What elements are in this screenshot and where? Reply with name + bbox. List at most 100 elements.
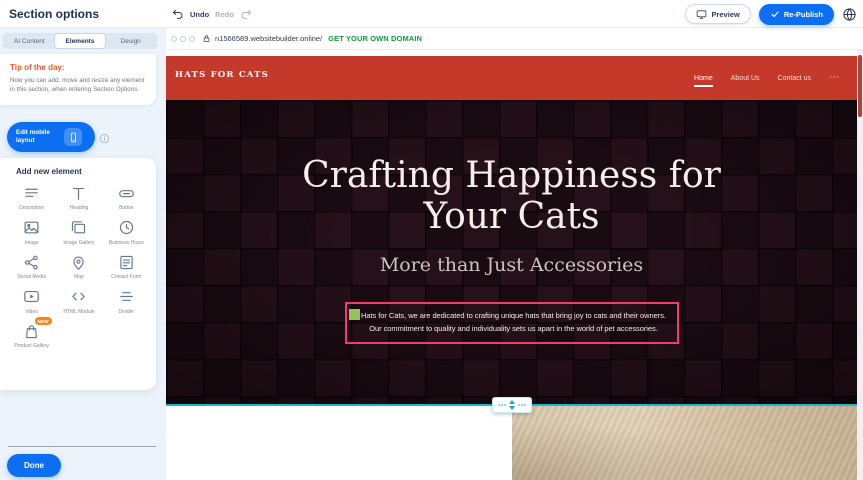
page-title: Section options	[9, 7, 99, 21]
product-gallery-icon: NEW	[22, 321, 42, 341]
topbar-actions: Preview Re-Publish	[685, 0, 857, 28]
site-header[interactable]: Hats for Cats Home About Us Contact us ⋯	[166, 56, 857, 100]
browser-dot-icon	[180, 36, 186, 42]
browser-dot-icon	[171, 36, 177, 42]
hero-subheading[interactable]: More than Just Accessories	[166, 254, 857, 276]
topbar: Section options Undo Redo Preview Re-Pub…	[0, 0, 863, 28]
element-item-label: Map	[74, 274, 84, 281]
hero-paragraph-text: Hats for Cats, we are dedicated to craft…	[360, 310, 668, 336]
element-item-label: HTML Module	[63, 309, 94, 316]
add-new-element-panel: Add new element Description Heading	[0, 158, 156, 390]
element-item-label: Heading	[70, 205, 89, 212]
phone-icon	[64, 128, 82, 146]
redo-button[interactable]: Redo	[215, 10, 234, 19]
grip-dots-icon	[518, 404, 526, 406]
element-item-map[interactable]: Map	[55, 252, 102, 281]
site-url: n1566589.websitebuilder.online/	[215, 34, 322, 43]
element-item-label: Social Media	[17, 274, 46, 281]
check-icon	[770, 9, 780, 19]
sidebar-tabs: AI Content Elements Design	[3, 33, 157, 49]
republish-button[interactable]: Re-Publish	[759, 4, 834, 25]
site-logo[interactable]: Hats for Cats	[175, 70, 269, 80]
element-item-label: Image Gallery	[63, 240, 94, 247]
element-grid: Description Heading Button	[8, 183, 150, 350]
element-item-label: Business Hours	[109, 240, 144, 247]
preview-scrollbar	[857, 50, 863, 480]
tab-design[interactable]: Design	[105, 34, 156, 48]
section-options-sidebar: AI Content Elements Design Tip of the da…	[0, 28, 166, 480]
html-module-icon	[69, 287, 89, 307]
preview-button[interactable]: Preview	[685, 4, 750, 24]
social-media-icon	[22, 252, 42, 272]
element-item-html-module[interactable]: HTML Module	[55, 287, 102, 316]
hero-paragraph-selected[interactable]: Hats for Cats, we are dedicated to craft…	[345, 302, 679, 345]
element-item-heading[interactable]: Heading	[55, 183, 102, 212]
element-item-label: Button	[119, 205, 133, 212]
browser-dot-icon	[189, 36, 195, 42]
tip-title: Tip of the day:	[10, 63, 146, 72]
add-new-element-title: Add new element	[16, 167, 150, 176]
language-globe-icon[interactable]	[842, 7, 857, 22]
element-item-product-gallery[interactable]: NEW Product Gallery	[8, 321, 55, 350]
element-item-video[interactable]: Video	[8, 287, 55, 316]
tip-of-the-day-card: Tip of the day: Now you can add, move an…	[0, 54, 156, 105]
undo-button[interactable]: Undo	[190, 10, 209, 19]
undo-icon[interactable]	[172, 8, 184, 20]
redo-icon[interactable]	[240, 8, 252, 20]
hero-heading[interactable]: Crafting Happiness for Your Cats	[272, 155, 752, 238]
element-item-image-gallery[interactable]: Image Gallery	[55, 218, 102, 247]
site-viewport: Hats for Cats Home About Us Contact us ⋯…	[166, 50, 857, 480]
info-icon[interactable]	[99, 131, 110, 142]
app-window: Section options Undo Redo Preview Re-Pub…	[0, 0, 863, 480]
nav-item-about-us[interactable]: About Us	[731, 71, 760, 86]
edit-mobile-layout-button[interactable]: Edit mobile layout	[7, 122, 95, 152]
nav-item-contact-us[interactable]: Contact us	[778, 71, 811, 86]
element-item-label: Video	[25, 309, 38, 316]
grip-dots-icon	[498, 404, 506, 406]
tab-elements[interactable]: Elements	[55, 34, 106, 48]
resize-arrows-icon	[509, 400, 515, 410]
element-item-image[interactable]: Image	[8, 218, 55, 247]
scrollbar-thumb[interactable]	[858, 55, 862, 117]
get-own-domain-link[interactable]: GET YOUR OWN DOMAIN	[328, 34, 422, 43]
heading-icon	[69, 183, 89, 203]
site-nav: Home About Us Contact us ⋯	[694, 56, 839, 100]
element-item-contact-form[interactable]: Contact Form	[103, 252, 150, 281]
new-badge: NEW	[35, 317, 52, 325]
element-item-business-hours[interactable]: Business Hours	[103, 218, 150, 247]
element-item-label: Product Gallery	[14, 343, 48, 350]
image-gallery-icon	[69, 218, 89, 238]
element-item-social-media[interactable]: Social Media	[8, 252, 55, 281]
element-item-label: Divider	[119, 309, 135, 316]
element-item-label: Description	[19, 205, 44, 212]
element-drag-handle[interactable]	[349, 309, 360, 320]
divider-icon	[116, 287, 136, 307]
edit-mobile-layout-label: Edit mobile layout	[16, 129, 58, 145]
element-item-label: Contact Form	[111, 274, 141, 281]
preview-button-label: Preview	[711, 10, 739, 19]
element-item-description[interactable]: Description	[8, 183, 55, 212]
business-hours-icon	[116, 218, 136, 238]
element-item-button[interactable]: Button	[103, 183, 150, 212]
nav-item-home[interactable]: Home	[694, 71, 713, 86]
monitor-icon	[696, 9, 707, 20]
lock-icon	[202, 34, 211, 43]
browser-address-bar: n1566589.websitebuilder.online/ GET YOUR…	[166, 28, 863, 50]
map-icon	[69, 252, 89, 272]
element-item-divider[interactable]: Divider	[103, 287, 150, 316]
sidebar-divider	[8, 446, 156, 447]
element-item-label: Image	[25, 240, 39, 247]
image-icon	[22, 218, 42, 238]
section-resize-handle[interactable]	[492, 397, 532, 413]
description-icon	[22, 183, 42, 203]
tip-body: Now you can add, move and resize any ele…	[10, 76, 146, 95]
tab-ai-content[interactable]: AI Content	[4, 34, 55, 48]
contact-form-icon	[116, 252, 136, 272]
next-section-image[interactable]	[512, 406, 857, 480]
done-button[interactable]: Done	[7, 454, 61, 477]
preview-area: n1566589.websitebuilder.online/ GET YOUR…	[166, 28, 863, 480]
hero-section[interactable]: Crafting Happiness for Your Cats More th…	[166, 100, 857, 406]
republish-button-label: Re-Publish	[784, 10, 823, 19]
browser-traffic-dots	[171, 36, 195, 42]
history-controls: Undo Redo	[172, 0, 252, 28]
